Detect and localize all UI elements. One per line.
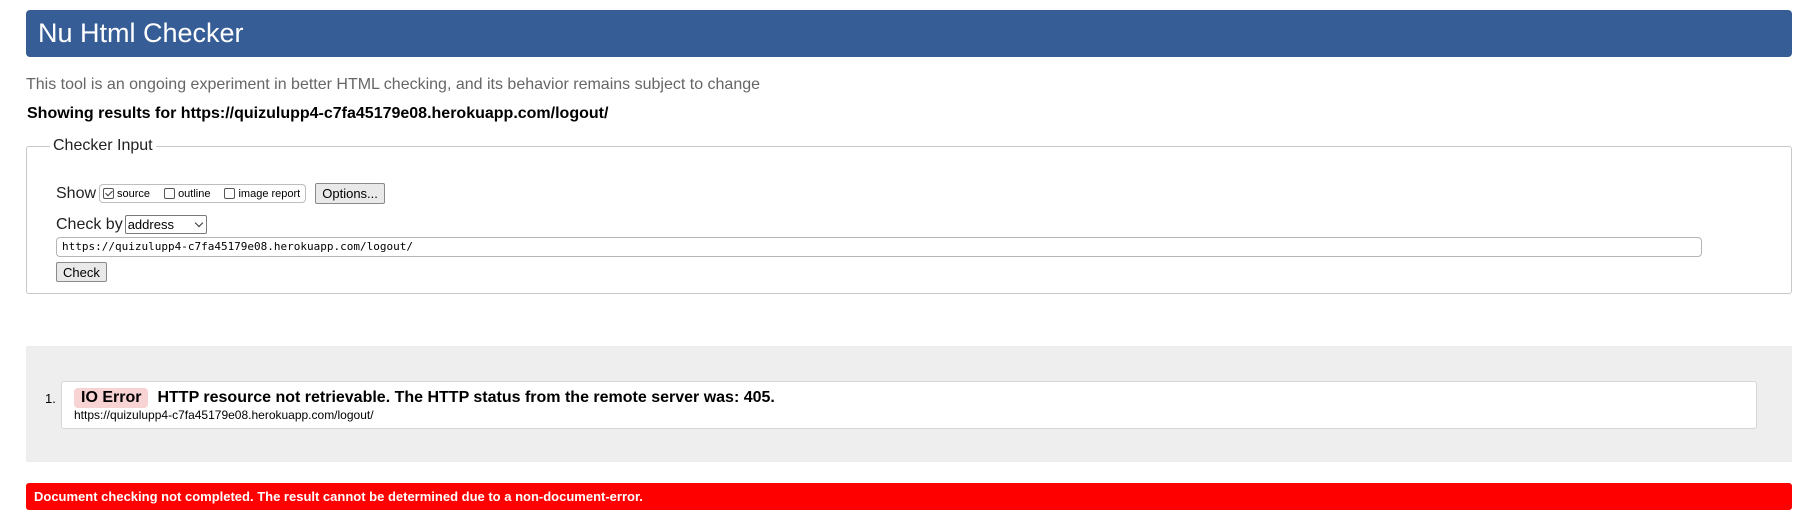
check-by-row: Check by address [56,215,207,234]
result-item: IO Error HTTP resource not retrievable. … [61,381,1757,429]
showing-results-heading: Showing results for https://quizulupp4-c… [27,105,609,122]
result-number: 1. [45,391,56,406]
show-source-option[interactable]: source [103,188,150,200]
source-checkbox-label: source [117,187,151,200]
chevron-down-icon [194,218,203,228]
check-by-select[interactable]: address [124,215,207,234]
error-message: HTTP resource not retrievable. The HTTP … [157,389,775,406]
show-options-row: Show source outline image report Options… [56,183,385,204]
results-panel: 1. IO Error HTTP resource not retrievabl… [26,346,1792,462]
show-label: Show [56,184,97,202]
options-button[interactable]: Options... [315,183,385,204]
checker-input-legend: Checker Input [53,137,153,154]
check-button[interactable]: Check [56,262,107,282]
image-report-checkbox[interactable] [224,188,236,199]
error-url: https://quizulupp4-c7fa45179e08.herokuap… [74,408,374,422]
checker-input-fieldset: Checker Input Show source outline image … [26,137,1792,294]
result-heading: IO Error HTTP resource not retrievable. … [74,388,775,408]
show-options-group: source outline image report [99,184,307,203]
outline-checkbox[interactable] [164,188,176,199]
url-input[interactable]: https://quizulupp4-c7fa45179e08.herokuap… [56,237,1702,257]
error-type-badge: IO Error [74,388,149,408]
image-report-checkbox-label: image report [238,187,301,200]
page-title: Nu Html Checker [38,18,244,48]
show-outline-option[interactable]: outline [164,188,210,200]
page-header: Nu Html Checker [26,10,1792,57]
check-by-label: Check by [56,215,123,233]
check-by-selected-value: address [127,217,174,232]
intro-text: This tool is an ongoing experiment in be… [26,76,761,93]
outline-checkbox-label: outline [178,187,211,200]
source-checkbox[interactable] [103,188,115,199]
show-image-report-option[interactable]: image report [224,188,300,200]
status-failure-bar: Document checking not completed. The res… [26,483,1792,510]
